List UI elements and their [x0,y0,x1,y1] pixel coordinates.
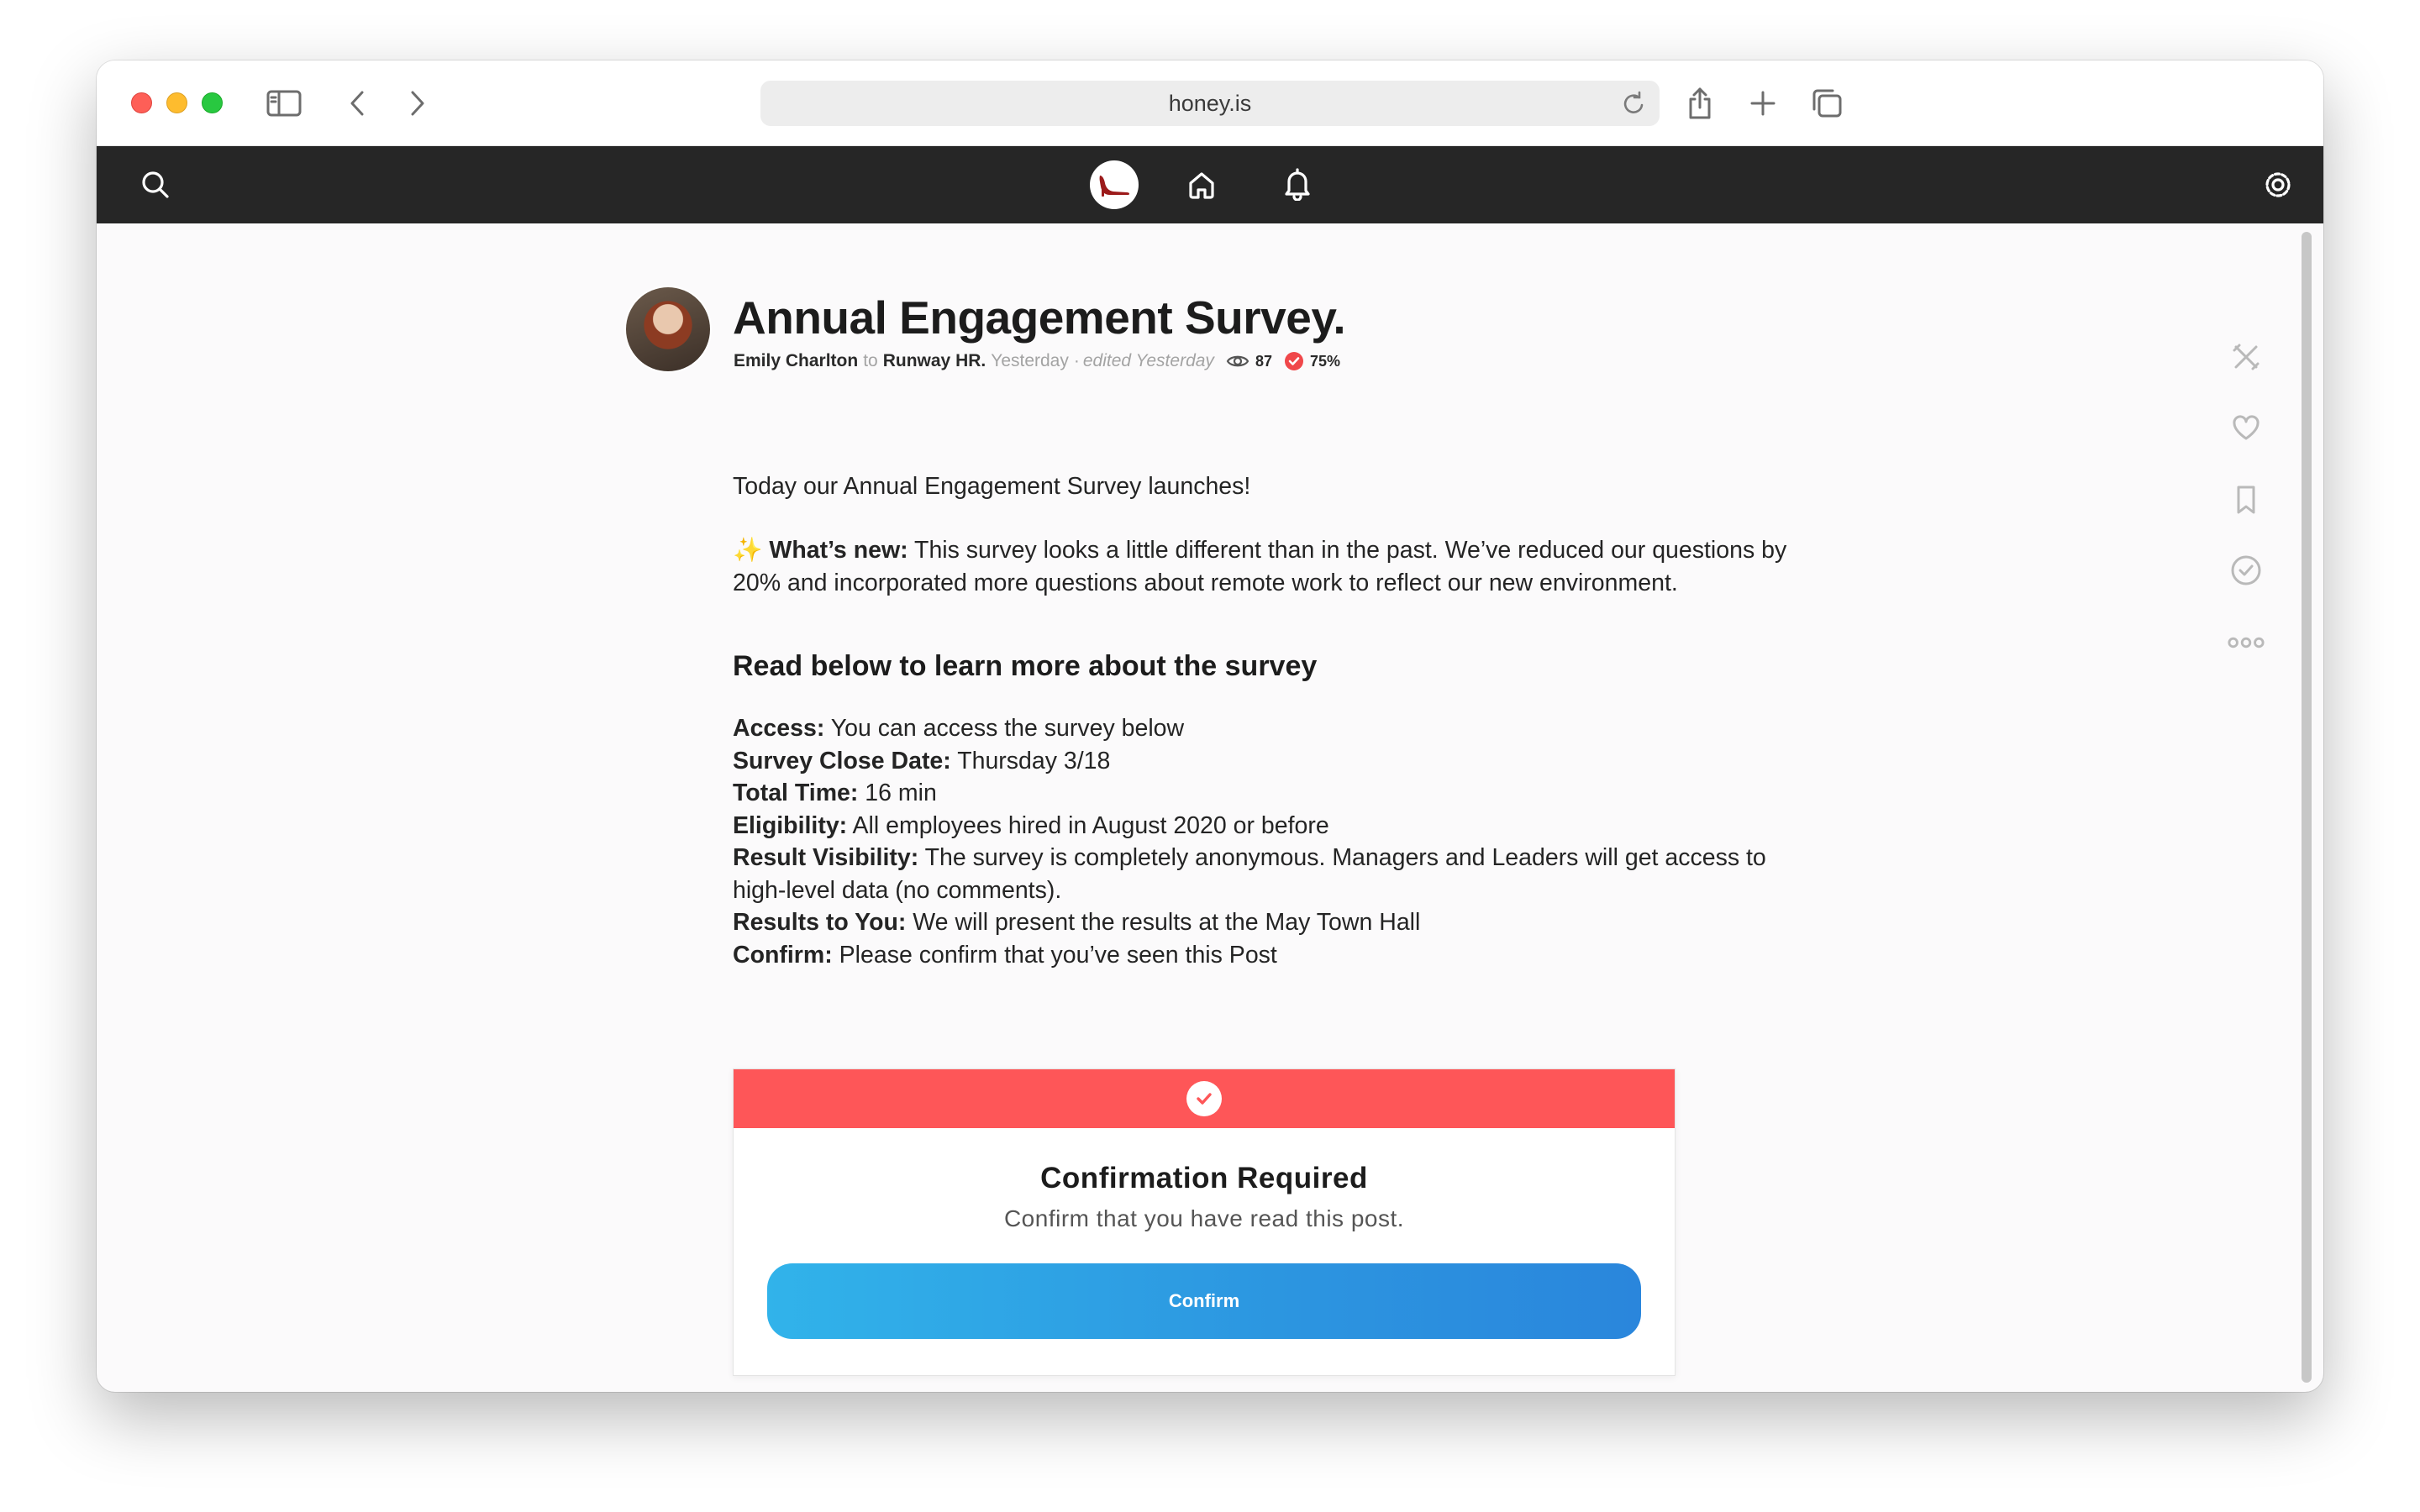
detail-value: We will present the results at the May T… [913,909,1421,936]
post-content-area: Annual Engagement Survey. Emily Charlton… [97,223,2323,1392]
detail-row: Access: You can access the survey below [733,712,1791,745]
detail-label: Total Time: [733,780,859,806]
detail-label: Result Visibility: [733,844,919,871]
confirm-stat[interactable]: 75% [1284,351,1340,371]
author-avatar[interactable] [626,287,710,371]
details-list: Access: You can access the survey below … [733,712,1791,971]
forward-icon[interactable] [401,84,434,123]
close-post-icon[interactable] [2227,338,2265,376]
confirmation-subtitle: Confirm that you have read this post. [1003,1205,1405,1231]
edited-time: edited Yesterday [1082,351,1214,370]
whats-new-label: What’s new: [769,537,908,564]
check-circle-icon[interactable] [2227,551,2265,590]
confirm-rate: 75% [1309,352,1340,370]
more-icon[interactable] [2227,623,2265,662]
address-bar[interactable]: honey.is [760,81,1660,126]
confirm-button[interactable]: Confirm [767,1263,1641,1339]
settings-icon[interactable] [2260,167,2296,202]
detail-value: Thursday 3/18 [957,747,1111,774]
views-stat[interactable]: 87 [1226,353,1272,370]
app-nav-bar [97,146,2323,223]
post-intro: Today our Annual Engagement Survey launc… [733,473,1251,500]
meta-separator: · [1073,351,1080,370]
detail-value: All employees hired in August 2020 or be… [852,811,1329,839]
minimize-window-button[interactable] [166,92,187,113]
detail-label: Results to You: [733,909,907,936]
detail-row: Confirm: Please confirm that you’ve seen… [733,939,1791,972]
detail-row: Total Time: 16 min [733,777,1791,810]
back-icon[interactable] [340,84,374,123]
confirmation-header [734,1069,1675,1128]
detail-row: Result Visibility: The survey is complet… [733,842,1791,906]
confirmation-title: Confirmation Required [1040,1162,1368,1194]
sidebar-toggle-icon[interactable] [265,84,303,123]
bookmark-icon[interactable] [2227,480,2265,519]
to-word: to [863,351,878,370]
home-icon[interactable] [1183,166,1220,203]
browser-toolbar: honey.is [97,60,2323,146]
detail-value: Please confirm that you’ve seen this Pos… [839,941,1277,969]
tab-overview-icon[interactable] [1807,84,1846,123]
posted-time: Yesterday [991,351,1069,370]
detail-label: Eligibility: [733,811,848,839]
section-heading: Read below to learn more about the surve… [733,650,1318,682]
checkmark-icon [1186,1081,1222,1116]
confirmation-card: Confirmation Required Confirm that you h… [733,1068,1676,1376]
zoom-window-button[interactable] [202,92,223,113]
search-icon[interactable] [139,168,172,202]
share-icon[interactable] [1681,84,1719,123]
post-title: Annual Engagement Survey. [733,291,1346,344]
views-count: 87 [1255,352,1272,370]
sparkles-icon: ✨ [733,537,763,564]
detail-label: Access: [733,715,825,742]
reload-icon[interactable] [1623,91,1646,122]
detail-value: You can access the survey below [830,715,1185,742]
detail-row: Eligibility: All employees hired in Augu… [733,810,1791,843]
whats-new-paragraph: ✨ What’s new: This survey looks a little… [733,534,1791,599]
detail-row: Survey Close Date: Thursday 3/18 [733,745,1791,778]
group-name[interactable]: Runway HR. [883,351,986,371]
new-tab-icon[interactable] [1744,84,1782,123]
eye-icon [1226,355,1249,367]
page-scrollbar[interactable] [2302,232,2312,1383]
detail-label: Survey Close Date: [733,747,951,774]
honey-logo-icon[interactable] [1090,160,1139,209]
confirm-badge-icon [1284,352,1303,370]
url-text: honey.is [1168,90,1252,116]
post-meta: Emily Charlton to Runway HR. Yesterday ·… [734,351,1340,371]
close-window-button[interactable] [131,92,152,113]
detail-row: Results to You: We will present the resu… [733,906,1791,939]
detail-label: Confirm: [733,941,833,969]
browser-window: honey.is Annual Engagement Survey. Emily… [97,60,2323,1392]
detail-value: 16 min [865,780,937,806]
author-name[interactable]: Emily Charlton [734,351,858,371]
heart-icon[interactable] [2227,408,2265,447]
bell-icon[interactable] [1279,165,1316,203]
